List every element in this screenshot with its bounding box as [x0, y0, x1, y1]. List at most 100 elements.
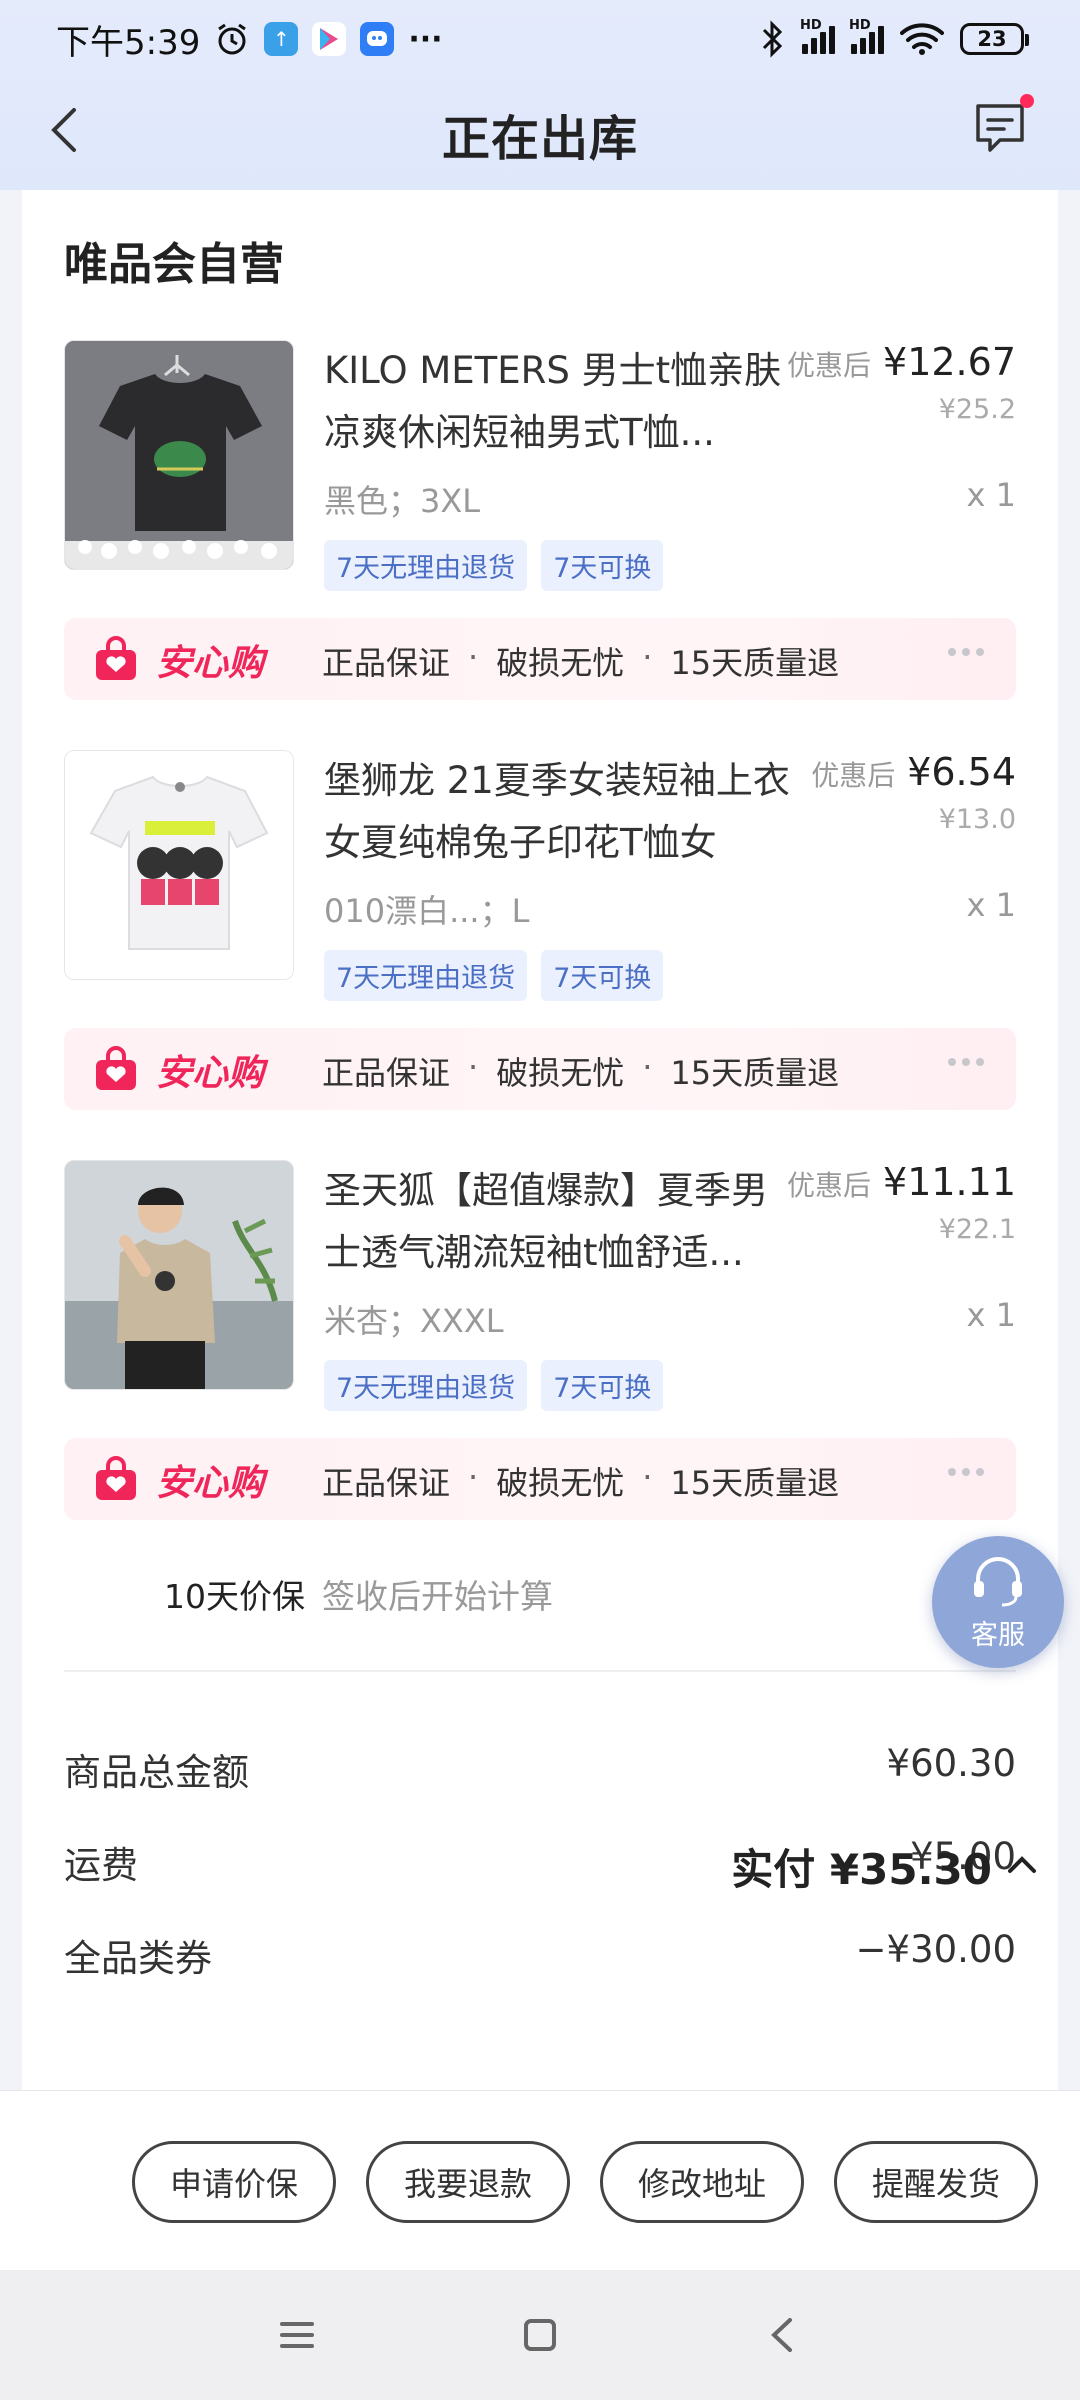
product-spec: 米杏；XXXL: [324, 1302, 504, 1340]
status-bar: 下午5:39 ↑ ··· HD HD 23: [0, 0, 1080, 78]
status-more-icon: ···: [408, 21, 443, 57]
summary-label: 运费: [64, 1844, 138, 1887]
product-image[interactable]: [64, 1160, 294, 1390]
signal-1-icon: HD: [800, 18, 835, 54]
product-qty: x 1: [966, 476, 1016, 514]
price-current: ¥6.54: [907, 750, 1016, 794]
assurance-bar[interactable]: 安心购 正品保证 · 破损无忧 · 15天质量退: [64, 1438, 1016, 1520]
assurance-point: 15天质量退: [670, 644, 840, 682]
menu-icon[interactable]: [272, 2310, 322, 2360]
header-area: 下午5:39 ↑ ··· HD HD 23 正在出库: [0, 0, 1080, 190]
product-title: 堡狮龙 21夏季女装短袖上衣女夏纯棉兔子印花T恤女: [324, 759, 790, 864]
paid-amount-toggle[interactable]: 实付 ¥35.30: [731, 1836, 1038, 1897]
product-tags: 7天无理由退货 7天可换: [324, 1360, 664, 1411]
action-bar: 申请价保 我要退款 修改地址 提醒发货: [0, 2090, 1080, 2270]
headset-icon: [966, 1553, 1030, 1611]
product-spec: 010漂白...；L: [324, 892, 530, 930]
remind-shipping-button[interactable]: 提醒发货: [834, 2141, 1038, 2223]
change-address-button[interactable]: 修改地址: [600, 2141, 804, 2223]
chevron-up-icon: [1006, 1853, 1038, 1881]
price-label: 优惠后: [787, 1169, 872, 1202]
apply-price-protect-button[interactable]: 申请价保: [132, 2141, 336, 2223]
order-card: 唯品会自营 KILO METERS 男士t恤亲肤凉爽休闲短袖男式T恤... 优惠…: [22, 190, 1058, 2090]
summary-row-total: 商品总金额 ¥60.30: [64, 1742, 1016, 1794]
assurance-point: 破损无忧: [496, 1054, 625, 1092]
tag-exchange: 7天可换: [541, 540, 664, 591]
upload-app-icon: ↑: [264, 22, 299, 56]
product-title: KILO METERS 男士t恤亲肤凉爽休闲短袖男式T恤...: [324, 349, 782, 454]
separator: ·: [642, 1458, 653, 1496]
tag-return: 7天无理由退货: [324, 1360, 528, 1411]
product-image[interactable]: [64, 340, 294, 570]
tag-return: 7天无理由退货: [324, 540, 528, 591]
tag-exchange: 7天可换: [541, 950, 664, 1001]
wifi-icon: [900, 22, 944, 56]
product-item[interactable]: 堡狮龙 21夏季女装短袖上衣女夏纯棉兔子印花T恤女 优惠后 ¥6.54 ¥13.…: [64, 750, 1016, 1001]
assurance-points: 正品保证 · 破损无忧 · 15天质量退: [322, 1048, 839, 1094]
price-protect-desc: 签收后开始计算: [322, 1577, 553, 1616]
tag-return: 7天无理由退货: [324, 950, 528, 1001]
tag-exchange: 7天可换: [541, 1360, 664, 1411]
price-block: 优惠后 ¥6.54 ¥13.0: [811, 750, 1016, 835]
system-nav-bar: [0, 2270, 1080, 2400]
assurance-points: 正品保证 · 破损无忧 · 15天质量退: [322, 638, 839, 684]
assurance-point: 15天质量退: [670, 1464, 840, 1502]
back-icon[interactable]: [38, 100, 98, 160]
status-time: 下午5:39: [56, 22, 201, 63]
product-qty: x 1: [966, 1296, 1016, 1334]
bluetooth-icon: [760, 20, 786, 58]
product-item[interactable]: KILO METERS 男士t恤亲肤凉爽休闲短袖男式T恤... 优惠后 ¥12.…: [64, 340, 1016, 591]
price-block: 优惠后 ¥12.67 ¥25.2: [787, 340, 1016, 425]
price-current: ¥12.67: [883, 340, 1016, 384]
hd-label: HD: [800, 18, 822, 33]
separator: ·: [468, 638, 479, 676]
shopping-bag-icon: [94, 636, 138, 682]
back-nav-icon[interactable]: [758, 2310, 808, 2360]
product-qty: x 1: [966, 886, 1016, 924]
home-icon[interactable]: [515, 2310, 565, 2360]
assurance-point: 正品保证: [322, 644, 451, 682]
summary-value: −¥30.00: [855, 1928, 1016, 1971]
service-label: 客服: [971, 1619, 1025, 1651]
product-image[interactable]: [64, 750, 294, 980]
product-tags: 7天无理由退货 7天可换: [324, 950, 664, 1001]
separator: ·: [468, 1048, 479, 1086]
assurance-point: 破损无忧: [496, 1464, 625, 1502]
assurance-bar[interactable]: 安心购 正品保证 · 破损无忧 · 15天质量退: [64, 618, 1016, 700]
battery-icon: 23: [960, 23, 1029, 55]
assurance-bar[interactable]: 安心购 正品保证 · 破损无忧 · 15天质量退: [64, 1028, 1016, 1110]
assurance-name: 安心购: [156, 1053, 265, 1094]
price-label: 优惠后: [811, 759, 896, 792]
nav-bar: 正在出库: [0, 78, 1080, 190]
price-original: ¥22.1: [938, 1214, 1016, 1245]
message-icon[interactable]: [970, 94, 1034, 158]
message-badge: [1020, 94, 1034, 108]
signal-2-icon: HD: [849, 18, 884, 54]
summary-row-coupon: 全品类券 −¥30.00: [64, 1928, 1016, 1980]
more-dots-icon[interactable]: [948, 1468, 984, 1476]
assurance-point: 破损无忧: [496, 644, 625, 682]
more-dots-icon[interactable]: [948, 648, 984, 656]
more-dots-icon[interactable]: [948, 1058, 984, 1066]
assurance-name: 安心购: [156, 643, 265, 684]
assurance-point: 正品保证: [322, 1054, 451, 1092]
product-title: 圣天狐【超值爆款】夏季男士透气潮流短袖t恤舒适...: [324, 1169, 768, 1274]
assurance-points: 正品保证 · 破损无忧 · 15天质量退: [322, 1458, 839, 1504]
separator: ·: [642, 1048, 653, 1086]
customer-service-button[interactable]: 客服: [932, 1536, 1064, 1668]
price-original: ¥13.0: [938, 804, 1016, 835]
paid-amount: 实付 ¥35.30: [731, 1845, 992, 1894]
price-block: 优惠后 ¥11.11 ¥22.1: [787, 1160, 1016, 1245]
separator: ·: [468, 1458, 479, 1496]
price-label: 优惠后: [787, 349, 872, 382]
shopping-bag-icon: [94, 1456, 138, 1502]
assurance-name: 安心购: [156, 1463, 265, 1504]
product-item[interactable]: 圣天狐【超值爆款】夏季男士透气潮流短袖t恤舒适... 优惠后 ¥11.11 ¥2…: [64, 1160, 1016, 1411]
summary-value: ¥60.30: [886, 1742, 1016, 1785]
price-protect-row[interactable]: 10天价保 签收后开始计算 生效: [22, 1570, 1058, 1630]
summary-label: 全品类券: [64, 1937, 212, 1980]
refund-button[interactable]: 我要退款: [366, 2141, 570, 2223]
assurance-point: 正品保证: [322, 1464, 451, 1502]
alarm-icon: [214, 21, 250, 57]
chat-app-icon: [360, 22, 395, 56]
